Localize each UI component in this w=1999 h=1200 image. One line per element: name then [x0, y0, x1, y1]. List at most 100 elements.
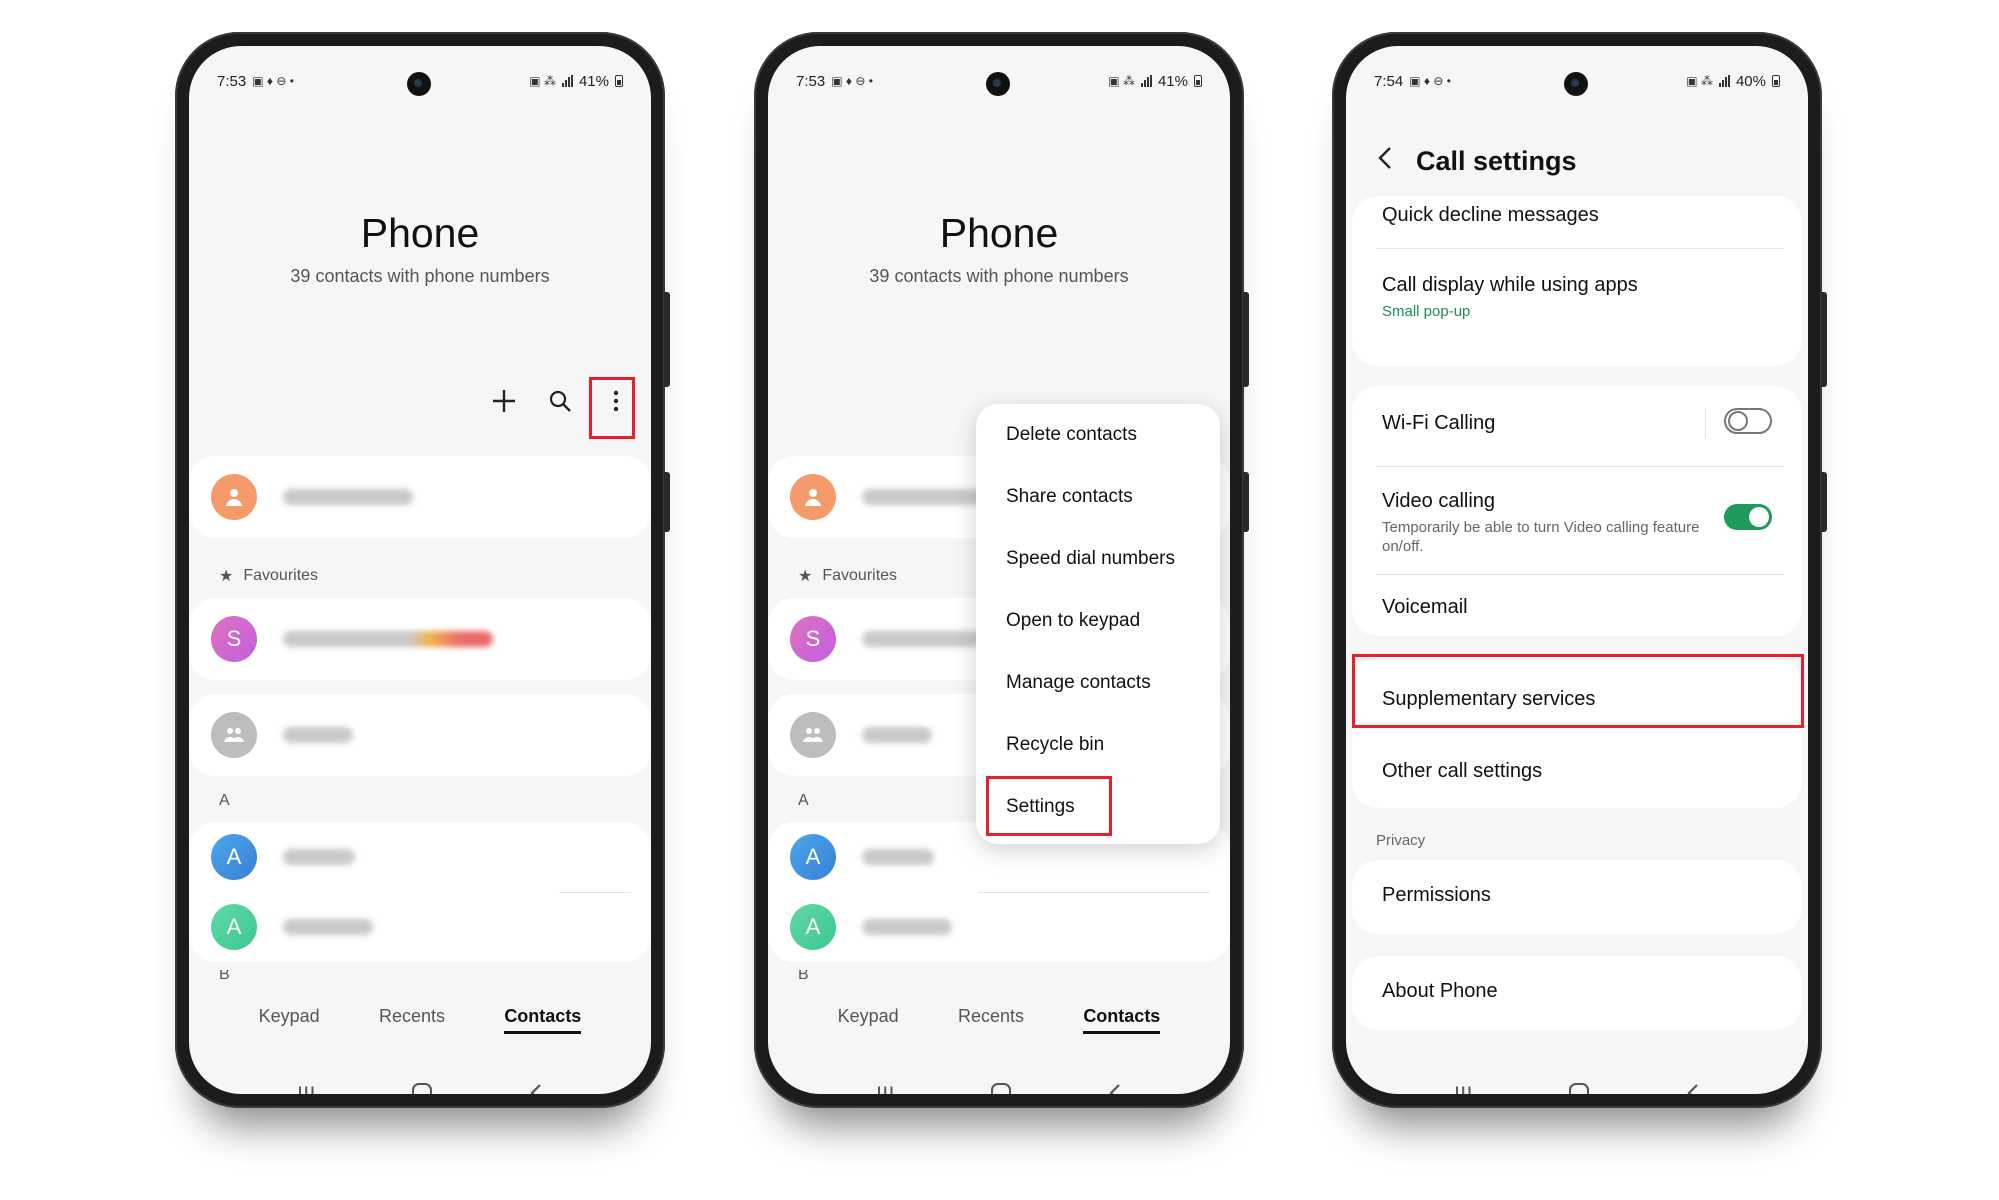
back-arrow-icon[interactable] — [1378, 146, 1392, 177]
recent-apps-icon[interactable]: ||| — [876, 1083, 895, 1095]
system-nav-bar: ||| — [1346, 1082, 1808, 1094]
privacy-section-label: Privacy — [1376, 832, 1426, 849]
system-nav-bar: ||| — [189, 1082, 651, 1094]
back-icon[interactable] — [1108, 1082, 1122, 1094]
contact-avatar: S — [790, 616, 836, 662]
favourites-label: ★ Favourites — [798, 567, 898, 585]
battery-percent: 41% — [1157, 72, 1188, 90]
menu-item-share-contacts[interactable]: Share contacts — [1006, 486, 1133, 508]
recent-apps-icon[interactable]: ||| — [1454, 1083, 1473, 1095]
toggle-knob — [1728, 411, 1748, 431]
contact-avatar: A — [211, 834, 257, 880]
phone-frame-3: 7:54 ▣ ♦ ⊖ • ▣ ⁂ 40% Call settings Quick… — [1332, 32, 1827, 1108]
other-call-settings[interactable]: Other call settings — [1382, 760, 1542, 783]
toggle-separator — [1705, 408, 1706, 438]
home-icon[interactable] — [990, 1082, 1012, 1094]
settings-card-4: Permissions — [1352, 860, 1802, 934]
contact-name-blurred — [862, 631, 982, 647]
header: Call settings — [1378, 146, 1577, 177]
video-calling-description: Temporarily be able to turn Video callin… — [1382, 519, 1700, 555]
page-title: Call settings — [1416, 146, 1577, 176]
section-a-label: A — [219, 792, 230, 809]
page-title: Phone — [360, 210, 480, 256]
contact-name-blurred — [283, 919, 373, 935]
profile-avatar — [211, 474, 257, 520]
back-icon[interactable] — [1686, 1082, 1700, 1094]
wifi-calling[interactable]: Wi-Fi Calling — [1382, 412, 1495, 435]
status-bar: 7:53 ▣ ♦ ⊖ • ▣ ⁂ 41% — [796, 70, 1202, 92]
menu-item-speed-dial[interactable]: Speed dial numbers — [1006, 548, 1175, 570]
favourites-label: ★ Favourites — [219, 567, 319, 585]
status-time: 7:53 — [796, 72, 826, 90]
signal-icon — [1140, 75, 1152, 87]
groups-icon — [211, 712, 257, 758]
status-time: 7:54 — [1374, 72, 1404, 90]
tab-recents[interactable]: Recents — [379, 1006, 445, 1034]
plus-icon[interactable] — [489, 386, 519, 416]
network-icons: ▣ ⁂ — [1108, 74, 1135, 88]
battery-icon — [1194, 75, 1202, 87]
call-display-while-using-apps[interactable]: Call display while using apps — [1382, 274, 1638, 297]
recent-apps-icon[interactable]: ||| — [297, 1083, 316, 1095]
video-calling[interactable]: Video calling — [1382, 490, 1495, 513]
star-icon: ★ — [798, 568, 813, 585]
status-bar: 7:54 ▣ ♦ ⊖ • ▣ ⁂ 40% — [1374, 70, 1780, 92]
volume-button — [1243, 292, 1249, 387]
groups-row[interactable] — [189, 700, 651, 770]
battery-percent: 40% — [1735, 72, 1766, 90]
contact-row[interactable] — [189, 462, 651, 532]
voicemail[interactable]: Voicemail — [1382, 596, 1468, 619]
about-phone[interactable]: About Phone — [1382, 980, 1498, 1003]
tab-contacts[interactable]: Contacts — [1083, 1006, 1161, 1034]
row-divider — [1376, 466, 1784, 467]
volume-button — [1821, 292, 1827, 387]
tab-keypad[interactable]: Keypad — [259, 1006, 320, 1034]
contact-row[interactable]: S — [189, 604, 651, 674]
wifi-calling-toggle[interactable] — [1724, 408, 1772, 434]
search-icon[interactable] — [545, 386, 575, 416]
menu-item-open-to-keypad[interactable]: Open to keypad — [1006, 610, 1140, 632]
permissions[interactable]: Permissions — [1382, 884, 1491, 907]
settings-card-5: About Phone — [1352, 956, 1802, 1030]
back-icon[interactable] — [529, 1082, 543, 1094]
page-subtitle: 39 contacts with phone numbers — [290, 266, 550, 286]
home-icon[interactable] — [1568, 1082, 1590, 1094]
notification-icons: ▣ ♦ ⊖ • — [1409, 74, 1451, 88]
bottom-tab-bar: Keypad Recents Contacts — [768, 1006, 1230, 1034]
groups-label-blurred — [862, 727, 932, 743]
menu-item-manage-contacts[interactable]: Manage contacts — [1006, 672, 1151, 694]
tab-keypad[interactable]: Keypad — [838, 1006, 899, 1034]
power-button — [1821, 472, 1827, 532]
toggle-knob — [1749, 507, 1769, 527]
contact-name-blurred — [862, 489, 992, 505]
star-icon: ★ — [219, 568, 234, 585]
contact-avatar: S — [211, 616, 257, 662]
favourites-card: S — [189, 598, 651, 680]
power-button — [664, 472, 670, 532]
bottom-tab-bar: Keypad Recents Contacts — [189, 1006, 651, 1034]
battery-icon — [615, 75, 623, 87]
tab-contacts[interactable]: Contacts — [504, 1006, 582, 1034]
status-bar: 7:53 ▣ ♦ ⊖ • ▣ ⁂ 41% — [217, 70, 623, 92]
contact-name-blurred — [283, 489, 413, 505]
battery-percent: 41% — [578, 72, 609, 90]
row-divider — [1376, 248, 1784, 249]
notification-icons: ▣ ♦ ⊖ • — [831, 74, 873, 88]
quick-decline-messages[interactable]: Quick decline messages — [1382, 204, 1599, 227]
settings-highlight — [986, 776, 1112, 836]
network-icons: ▣ ⁂ — [1686, 74, 1713, 88]
video-calling-toggle[interactable] — [1724, 504, 1772, 530]
contact-name-blurred — [283, 849, 355, 865]
settings-card-2: Wi-Fi Calling Video calling Temporarily … — [1352, 386, 1802, 636]
menu-item-recycle-bin[interactable]: Recycle bin — [1006, 734, 1104, 756]
signal-icon — [1718, 75, 1730, 87]
home-icon[interactable] — [411, 1082, 433, 1094]
contact-row[interactable]: A — [768, 892, 1230, 962]
contact-row[interactable]: A — [189, 822, 651, 892]
phone-frame-2: 7:53 ▣ ♦ ⊖ • ▣ ⁂ 41% Phone 39 contacts w… — [754, 32, 1249, 1108]
contact-row[interactable]: A — [189, 892, 651, 962]
tab-recents[interactable]: Recents — [958, 1006, 1024, 1034]
supplementary-services-highlight — [1352, 654, 1804, 728]
section-b-label: B — [219, 970, 230, 980]
menu-item-delete-contacts[interactable]: Delete contacts — [1006, 424, 1137, 446]
